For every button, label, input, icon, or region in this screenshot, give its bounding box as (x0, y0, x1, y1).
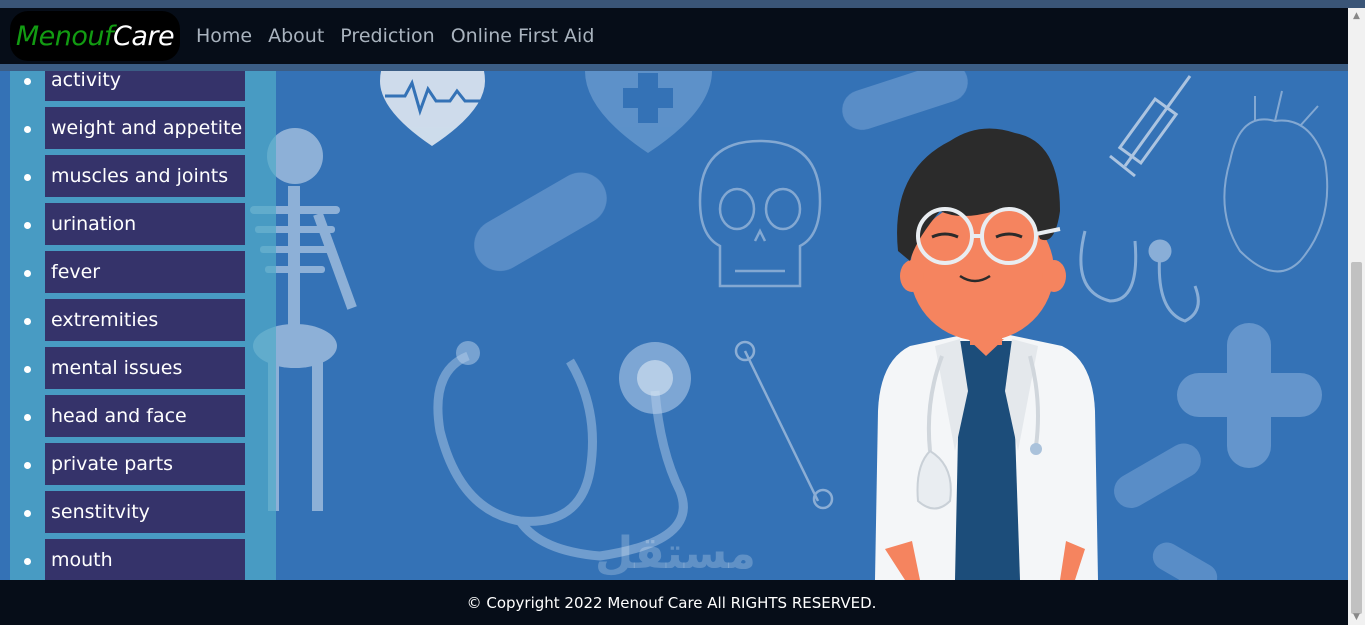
category-muscles-and-joints[interactable]: muscles and joints (45, 155, 245, 197)
bullet-icon (24, 318, 31, 325)
watermark: مستقل (595, 528, 756, 579)
bullet-icon (24, 174, 31, 181)
bullet-icon (24, 222, 31, 229)
bullet-icon (24, 558, 31, 565)
brand-part-menouf: Menouf (15, 20, 114, 52)
nav-links: Home About Prediction Online First Aid (196, 25, 610, 47)
heart-plus-icon (585, 71, 712, 153)
scroll-up-arrow-icon[interactable]: ▲ (1348, 8, 1365, 24)
anatomical-heart-icon (1223, 90, 1329, 273)
category-weight-and-appetite[interactable]: weight and appetite (45, 107, 245, 149)
top-strip (0, 0, 1365, 8)
scroll-down-arrow-icon[interactable]: ▼ (1348, 609, 1365, 625)
footer: © Copyright 2022 Menouf Care All RIGHTS … (0, 580, 1348, 625)
category-fever[interactable]: fever (45, 251, 245, 293)
nav-link-about[interactable]: About (268, 25, 324, 47)
page-scrollbar[interactable]: ▲ ▼ (1348, 8, 1365, 625)
copyright-text: © Copyright 2022 Menouf Care All RIGHTS … (466, 593, 877, 612)
bullet-icon (24, 366, 31, 373)
bone-icon (734, 340, 834, 510)
nav-link-home[interactable]: Home (196, 25, 252, 47)
category-activity[interactable]: activity (45, 71, 245, 101)
bullet-icon (24, 270, 31, 277)
plus-icon (1177, 323, 1322, 468)
category-extremities[interactable]: extremities (45, 299, 245, 341)
category-mental-issues[interactable]: mental issues (45, 347, 245, 389)
category-private-parts[interactable]: private parts (45, 443, 245, 485)
brand-logo[interactable]: Menouf Care (10, 11, 180, 61)
category-head-and-face[interactable]: head and face (45, 395, 245, 437)
bullet-icon (24, 78, 31, 85)
navbar: Menouf Care Home About Prediction Online … (0, 8, 1348, 64)
stethoscope-small-icon (1079, 230, 1200, 323)
heart-pulse-icon (380, 71, 485, 146)
bullet-icon (24, 510, 31, 517)
bullet-icon (24, 414, 31, 421)
nav-link-prediction[interactable]: Prediction (340, 25, 434, 47)
category-mouth[interactable]: mouth (45, 539, 245, 580)
bullet-icon (24, 126, 31, 133)
category-sensitivity[interactable]: senstitvity (45, 491, 245, 533)
navbar-divider (0, 64, 1348, 71)
syringe-icon (1109, 75, 1192, 178)
category-urination[interactable]: urination (45, 203, 245, 245)
brand-part-care: Care (113, 20, 175, 52)
nav-link-online-first-aid[interactable]: Online First Aid (451, 25, 595, 47)
skull-icon (698, 139, 822, 288)
symptom-category-sidebar: activity weight and appetite muscles and… (10, 71, 276, 580)
doctor-illustration (875, 128, 1098, 580)
scrollbar-thumb[interactable] (1351, 262, 1362, 614)
bullet-icon (24, 462, 31, 469)
